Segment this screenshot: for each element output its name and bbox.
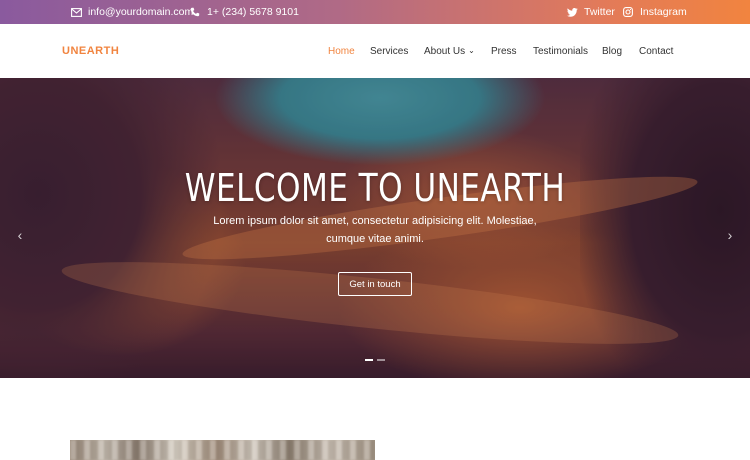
twitter-link[interactable]: Twitter xyxy=(566,0,615,24)
twitter-icon xyxy=(566,6,578,18)
nav-label-contact: Contact xyxy=(639,45,674,57)
instagram-label: Instagram xyxy=(640,6,687,18)
nav-item-blog[interactable]: Blog xyxy=(602,24,622,78)
about-section xyxy=(0,378,750,460)
nav-label-press: Press xyxy=(491,45,517,57)
slider-indicators xyxy=(365,359,385,361)
envelope-icon xyxy=(70,6,82,18)
nav-item-press[interactable]: Press xyxy=(491,24,517,78)
nav-item-home[interactable]: Home xyxy=(328,24,355,78)
nav-label-blog: Blog xyxy=(602,45,623,57)
main-navbar: UNEARTH Home Services About Us ⌄ Press Te… xyxy=(0,24,750,78)
section-image xyxy=(70,440,375,460)
chevron-down-icon: ⌄ xyxy=(468,45,475,55)
nav-item-contact[interactable]: Contact xyxy=(639,24,673,78)
nav-item-testimonials[interactable]: Testimonials xyxy=(533,24,588,78)
phone-icon xyxy=(189,6,201,18)
get-in-touch-button[interactable]: Get in touch xyxy=(338,272,412,296)
hero-slider: WELCOME TO UNEARTH Lorem ipsum dolor sit… xyxy=(0,78,750,378)
instagram-icon xyxy=(622,6,634,18)
nav-item-about-us[interactable]: About Us ⌄ xyxy=(424,24,475,78)
nav-label-testimonials: Testimonials xyxy=(533,45,589,57)
nav-label-about-us: About Us xyxy=(424,45,466,57)
slider-dot[interactable] xyxy=(365,359,373,361)
slider-next-arrow-icon[interactable]: › xyxy=(723,227,737,243)
email-text: info@yourdomain.com xyxy=(88,6,194,18)
site-logo[interactable]: UNEARTH xyxy=(62,24,119,78)
instagram-link[interactable]: Instagram xyxy=(622,0,687,24)
phone-text: 1+ (234) 5678 9101 xyxy=(207,6,299,18)
email-contact[interactable]: info@yourdomain.com xyxy=(70,0,193,24)
top-contact-bar: info@yourdomain.com 1+ (234) 5678 9101 T… xyxy=(0,0,750,24)
slider-prev-arrow-icon[interactable]: ‹ xyxy=(13,227,27,243)
twitter-label: Twitter xyxy=(584,6,615,18)
hero-subtitle: Lorem ipsum dolor sit amet, consectetur … xyxy=(213,215,537,245)
hero-title: WELCOME TO UNEARTH xyxy=(184,166,566,210)
nav-label-services: Services xyxy=(370,45,409,57)
phone-contact[interactable]: 1+ (234) 5678 9101 xyxy=(189,0,299,24)
nav-item-services[interactable]: Services xyxy=(370,24,408,78)
slider-dot[interactable] xyxy=(377,359,385,361)
nav-label-home: Home xyxy=(328,45,355,57)
